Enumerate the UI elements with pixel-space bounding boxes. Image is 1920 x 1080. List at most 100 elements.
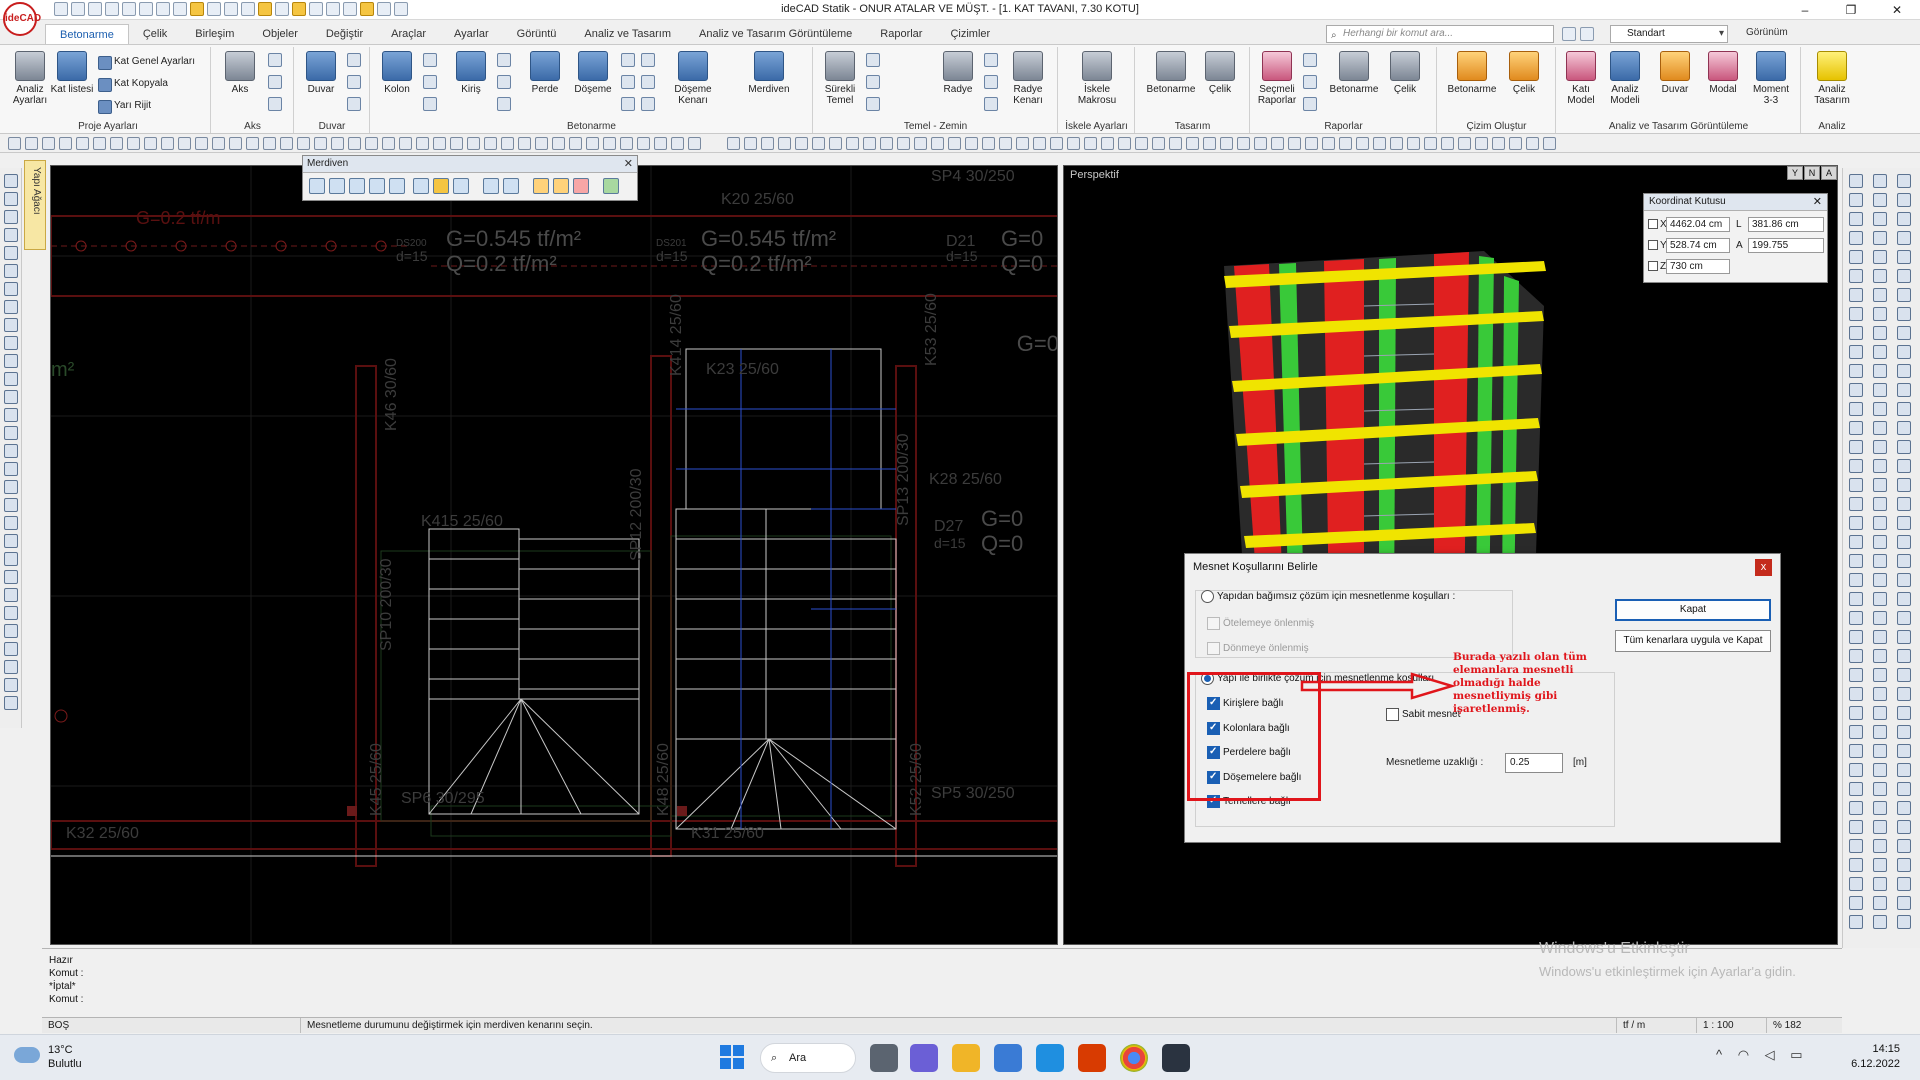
draw-tool-icon[interactable] [4, 354, 18, 368]
footing-icon[interactable] [866, 53, 880, 67]
layer-icon[interactable] [190, 2, 204, 16]
checkbox-oteleme[interactable]: Ötelemeye önlenmiş [1207, 617, 1314, 630]
object-tool-icon[interactable] [1897, 858, 1911, 872]
duvar-gor-button[interactable]: Duvar [1653, 51, 1697, 95]
apply-all-close-button[interactable]: Tüm kenarlara uygula ve Kapat [1615, 630, 1771, 652]
z-lock-checkbox[interactable] [1648, 261, 1658, 272]
tab-betonarme[interactable]: Betonarme [45, 24, 129, 44]
object-tool-icon[interactable] [1849, 421, 1863, 435]
view-tool-icon[interactable] [280, 137, 293, 150]
draw-tool-icon[interactable] [4, 570, 18, 584]
stair-view-icon[interactable] [503, 178, 519, 194]
report-tool1-icon[interactable] [1303, 53, 1317, 67]
object-tool-icon[interactable] [1897, 459, 1911, 473]
view-tool-icon[interactable] [25, 137, 38, 150]
object-tool-icon[interactable] [1849, 288, 1863, 302]
mail-icon[interactable] [1036, 1044, 1064, 1072]
view-tool-icon[interactable] [178, 137, 191, 150]
object-tool-icon[interactable] [1897, 212, 1911, 226]
object-tool-icon[interactable] [1897, 896, 1911, 910]
status-scale[interactable]: 1 : 100 [1696, 1018, 1766, 1033]
view-tool-icon[interactable] [1356, 137, 1369, 150]
stair-check-icon[interactable] [349, 178, 365, 194]
object-tool-icon[interactable] [1873, 478, 1887, 492]
object-tool-icon[interactable] [1873, 212, 1887, 226]
view-tool-icon[interactable] [654, 137, 667, 150]
view-tool-icon[interactable] [880, 137, 893, 150]
object-tool-icon[interactable] [1897, 630, 1911, 644]
modal-button[interactable]: Modal [1701, 51, 1745, 95]
draw-tool-icon[interactable] [4, 498, 18, 512]
z-value[interactable]: 730 cm [1666, 259, 1730, 274]
view-tool-icon[interactable] [1492, 137, 1505, 150]
beam-tool2-icon[interactable] [497, 75, 511, 89]
object-tool-icon[interactable] [1873, 402, 1887, 416]
object-tool-icon[interactable] [1897, 649, 1911, 663]
stair-folder-icon[interactable] [553, 178, 569, 194]
view-tool-icon[interactable] [1084, 137, 1097, 150]
status-unit[interactable]: tf / m [1616, 1018, 1696, 1033]
view-tool-icon[interactable] [1203, 137, 1216, 150]
object-tool-icon[interactable] [1873, 877, 1887, 891]
draw-tool-icon[interactable] [4, 552, 18, 566]
move-icon[interactable] [241, 2, 255, 16]
tab-raporlar[interactable]: Raporlar [866, 24, 936, 44]
view-tool-icon[interactable] [467, 137, 480, 150]
view-tool-icon[interactable] [846, 137, 859, 150]
kati-model-button[interactable]: Katı Model [1559, 51, 1603, 106]
tasarim-betonarme-button[interactable]: Betonarme [1144, 51, 1198, 95]
merdiven-toolbar-close[interactable]: ✕ [624, 157, 633, 170]
text-style-icon[interactable] [377, 2, 391, 16]
view-tool-icon[interactable] [399, 137, 412, 150]
analiz-modeli-button[interactable]: Analiz Modeli [1603, 51, 1647, 106]
view-tool-icon[interactable] [501, 137, 514, 150]
radye-button[interactable]: Radye [936, 51, 980, 95]
draw-tool-icon[interactable] [4, 300, 18, 314]
save-as-icon[interactable] [122, 2, 136, 16]
object-tool-icon[interactable] [1849, 915, 1863, 929]
view-tool-icon[interactable] [8, 137, 21, 150]
analiz-ayarlari-button[interactable]: Analiz Ayarları [8, 51, 52, 106]
view-menu[interactable]: Görünüm [1746, 27, 1788, 38]
checkbox-donme[interactable]: Dönmeye önlenmiş [1207, 642, 1309, 655]
view-tool-icon[interactable] [948, 137, 961, 150]
view-tool-icon[interactable] [982, 137, 995, 150]
object-tool-icon[interactable] [1873, 193, 1887, 207]
ortho-icon[interactable] [258, 2, 272, 16]
object-tool-icon[interactable] [1873, 421, 1887, 435]
raft-tool1-icon[interactable] [984, 53, 998, 67]
object-tool-icon[interactable] [1897, 516, 1911, 530]
view-tool-icon[interactable] [365, 137, 378, 150]
dialog-close-button[interactable]: x [1755, 559, 1772, 576]
draw-tool-icon[interactable] [4, 534, 18, 548]
view-tool-icon[interactable] [637, 137, 650, 150]
stair-report-icon[interactable] [573, 178, 589, 194]
draw-tool-icon[interactable] [4, 660, 18, 674]
draw-tool-icon[interactable] [4, 588, 18, 602]
view-tool-icon[interactable] [897, 137, 910, 150]
object-tool-icon[interactable] [1897, 668, 1911, 682]
view-tool-icon[interactable] [229, 137, 242, 150]
moment-button[interactable]: Moment 3-3 [1749, 51, 1793, 106]
view-tool-icon[interactable] [1016, 137, 1029, 150]
object-tool-icon[interactable] [1897, 725, 1911, 739]
column-tool3-icon[interactable] [423, 97, 437, 111]
taskbar-search[interactable]: ⌕ Ara [760, 1043, 856, 1073]
draw-tool-icon[interactable] [4, 264, 18, 278]
object-tool-icon[interactable] [1897, 193, 1911, 207]
view-tool-icon[interactable] [416, 137, 429, 150]
kapat-button[interactable]: Kapat [1615, 599, 1771, 621]
grid-icon[interactable] [1580, 27, 1594, 41]
object-tool-icon[interactable] [1849, 269, 1863, 283]
draw-tool-icon[interactable] [4, 246, 18, 260]
view-tool-icon[interactable] [297, 137, 310, 150]
kat-kopyala-button[interactable]: Kat Kopyala [98, 77, 168, 92]
object-tool-icon[interactable] [1897, 421, 1911, 435]
command-area[interactable]: Hazır Komut : *İptal* Komut : [42, 948, 1842, 1020]
command-input[interactable]: Komut : [49, 994, 83, 1005]
open-icon[interactable] [88, 2, 102, 16]
draw-tool-icon[interactable] [4, 372, 18, 386]
cizim-celik-button[interactable]: Çelik [1502, 51, 1546, 95]
axis-tool-icon[interactable] [268, 53, 282, 67]
slab-tool6-icon[interactable] [641, 97, 655, 111]
